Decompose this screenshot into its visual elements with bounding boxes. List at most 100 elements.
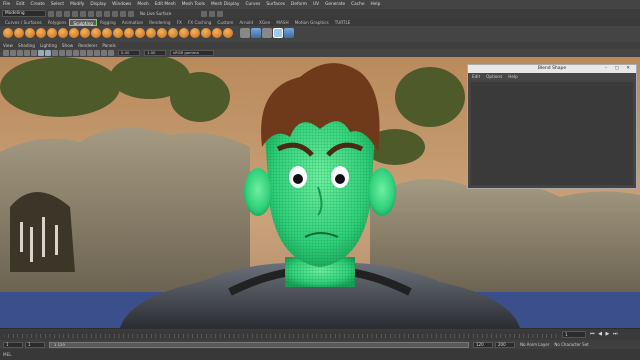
- inner-start-field[interactable]: 1: [25, 341, 45, 348]
- viewport-menu-lighting[interactable]: Lighting: [40, 43, 57, 48]
- flatten-brush-icon[interactable]: [58, 28, 68, 38]
- shelf-tab-fx[interactable]: FX: [174, 19, 185, 26]
- transfer-brush-icon[interactable]: [223, 28, 233, 38]
- shelf-tab-sculpting[interactable]: Sculpting: [69, 19, 97, 26]
- redo-icon[interactable]: [80, 10, 86, 17]
- image-plane-icon[interactable]: [24, 50, 30, 56]
- smooth-brush-icon[interactable]: [14, 28, 24, 38]
- scrape-brush-icon[interactable]: [124, 28, 134, 38]
- shelf-tab-custom[interactable]: Custom: [214, 19, 236, 26]
- knife-brush-icon[interactable]: [146, 28, 156, 38]
- viewport-menu-shading[interactable]: Shading: [18, 43, 35, 48]
- bulge-brush-icon[interactable]: [168, 28, 178, 38]
- menu-help[interactable]: Help: [371, 2, 381, 7]
- menu-generate[interactable]: Generate: [325, 2, 345, 7]
- shelf-tab-fx-caching[interactable]: FX Caching: [185, 19, 215, 26]
- mask-brush-icon[interactable]: [201, 28, 211, 38]
- shelf-tab-arnold[interactable]: Arnold: [236, 19, 256, 26]
- live-surface-label[interactable]: No Live Surface: [140, 11, 171, 16]
- snap-curve-icon[interactable]: [120, 10, 126, 17]
- shape-editor-icon[interactable]: [284, 28, 294, 38]
- menu-select[interactable]: Select: [51, 2, 64, 7]
- inner-end-field[interactable]: 120: [473, 341, 493, 348]
- sculpt-layer-icon[interactable]: [273, 28, 283, 38]
- command-line[interactable]: MEL: [0, 349, 640, 360]
- render-icon[interactable]: [201, 10, 208, 17]
- time-slider[interactable]: 1 ⏮ ◀ ▶ ⏭: [0, 328, 640, 340]
- menu-set-dropdown[interactable]: Modeling: [2, 10, 46, 17]
- menu-mesh-display[interactable]: Mesh Display: [211, 2, 240, 7]
- window-controls-icon[interactable]: – ▢ ✕: [605, 65, 633, 73]
- grab-brush-icon[interactable]: [36, 28, 46, 38]
- character-set-dropdown[interactable]: No Character Set: [554, 342, 588, 347]
- new-scene-icon[interactable]: [48, 10, 54, 17]
- snap-grid-icon[interactable]: [112, 10, 118, 17]
- shelf-tab-rigging[interactable]: Rigging: [97, 19, 119, 26]
- current-frame-field[interactable]: 1: [562, 331, 586, 338]
- menu-display[interactable]: Display: [90, 2, 106, 7]
- menu-cache[interactable]: Cache: [351, 2, 364, 7]
- smear-brush-icon[interactable]: [157, 28, 167, 38]
- menu-deform[interactable]: Deform: [291, 2, 307, 7]
- wax-brush-icon[interactable]: [113, 28, 123, 38]
- viewport-menu-view[interactable]: View: [3, 43, 13, 48]
- anti-aliasing-icon[interactable]: [94, 50, 100, 56]
- blend-shape-titlebar[interactable]: Blend Shape – ▢ ✕: [468, 65, 636, 73]
- shadows-icon[interactable]: [73, 50, 79, 56]
- menu-create[interactable]: Create: [31, 2, 45, 7]
- menu-surfaces[interactable]: Surfaces: [266, 2, 285, 7]
- start-time-field[interactable]: 1: [3, 341, 23, 348]
- menu-windows[interactable]: Windows: [112, 2, 131, 7]
- exposure-field[interactable]: 0.00: [118, 50, 140, 56]
- menu-edit-mesh[interactable]: Edit Mesh: [155, 2, 176, 7]
- mirror-icon[interactable]: [262, 28, 272, 38]
- blend-menu-help[interactable]: Help: [508, 74, 518, 79]
- wireframe-on-shaded-icon[interactable]: [52, 50, 58, 56]
- time-ticks[interactable]: [3, 331, 560, 338]
- viewport-menu-renderer[interactable]: Renderer: [78, 43, 97, 48]
- shelf-tab-motion-graphics[interactable]: Motion Graphics: [292, 19, 332, 26]
- blend-shape-body[interactable]: [471, 82, 633, 185]
- blend-shape-icon[interactable]: [251, 28, 261, 38]
- menu-mesh[interactable]: Mesh: [137, 2, 148, 7]
- open-scene-icon[interactable]: [56, 10, 62, 17]
- use-all-lights-icon[interactable]: [66, 50, 72, 56]
- playback-controls[interactable]: ⏮ ◀ ▶ ⏭: [590, 331, 618, 337]
- pinch-brush-icon[interactable]: [47, 28, 57, 38]
- shelf-tab-polygons[interactable]: Polygons: [45, 19, 70, 26]
- viewport-menu-show[interactable]: Show: [62, 43, 73, 48]
- command-language-label[interactable]: MEL: [3, 352, 12, 357]
- color-space-dropdown[interactable]: sRGB gamma: [170, 50, 214, 56]
- relax-brush-icon[interactable]: [25, 28, 35, 38]
- sculpt-brush-icon[interactable]: [3, 28, 13, 38]
- menu-modify[interactable]: Modify: [70, 2, 84, 7]
- render-settings-icon[interactable]: [217, 10, 224, 17]
- fill-brush-icon[interactable]: [135, 28, 145, 38]
- bookmark-icon[interactable]: [17, 50, 23, 56]
- isolate-select-icon[interactable]: [101, 50, 107, 56]
- motion-blur-icon[interactable]: [87, 50, 93, 56]
- select-hierarchy-icon[interactable]: [88, 10, 94, 17]
- freeze-brush-icon[interactable]: [190, 28, 200, 38]
- menu-mesh-tools[interactable]: Mesh Tools: [182, 2, 205, 7]
- menu-uv[interactable]: UV: [313, 2, 319, 7]
- xray-icon[interactable]: [108, 50, 114, 56]
- ipr-render-icon[interactable]: [209, 10, 216, 17]
- grid-icon[interactable]: [31, 50, 37, 56]
- spray-brush-icon[interactable]: [80, 28, 90, 38]
- menu-edit[interactable]: Edit: [16, 2, 24, 7]
- end-time-field[interactable]: 200: [495, 341, 515, 348]
- viewport-menu-panels[interactable]: Panels: [102, 43, 115, 48]
- foamy-brush-icon[interactable]: [69, 28, 79, 38]
- shelf-tab-mash[interactable]: MASH: [273, 19, 291, 26]
- save-scene-icon[interactable]: [64, 10, 70, 17]
- menu-file[interactable]: File: [3, 2, 10, 7]
- select-object-icon[interactable]: [96, 10, 102, 17]
- anim-layer-dropdown[interactable]: No Anim Layer: [520, 342, 549, 347]
- imprint-brush-icon[interactable]: [102, 28, 112, 38]
- blend-menu-edit[interactable]: Edit: [472, 74, 480, 79]
- repeat-brush-icon[interactable]: [91, 28, 101, 38]
- snap-point-icon[interactable]: [128, 10, 134, 17]
- ambient-occlusion-icon[interactable]: [80, 50, 86, 56]
- select-component-icon[interactable]: [104, 10, 110, 17]
